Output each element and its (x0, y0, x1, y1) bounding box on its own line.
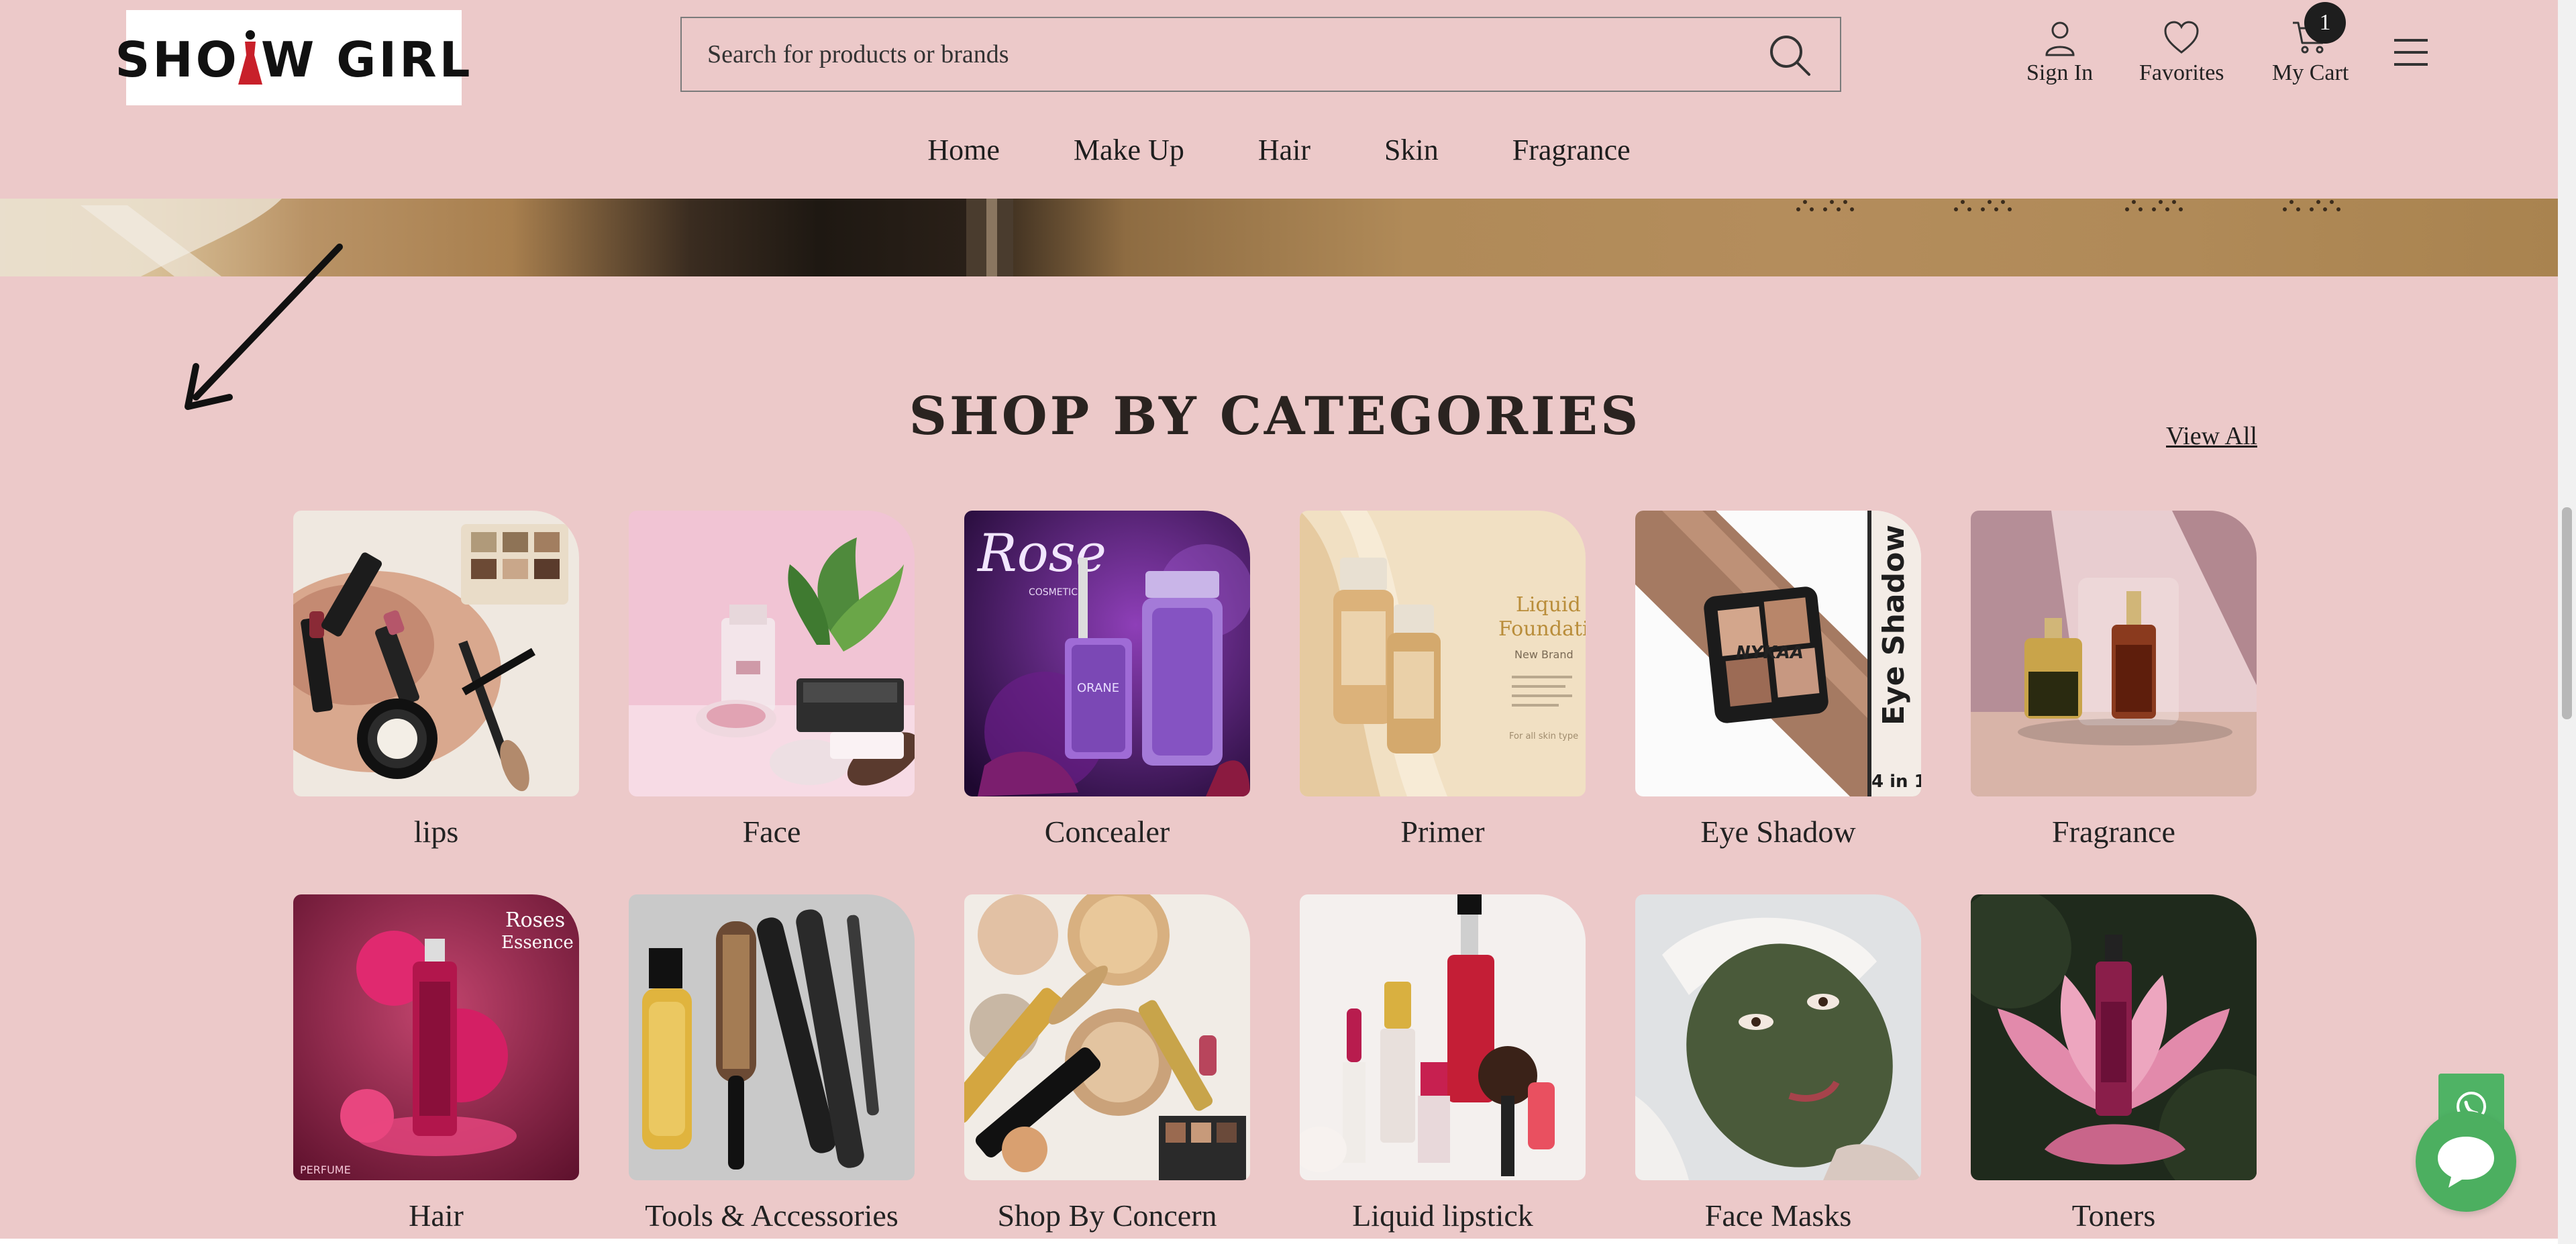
chat-bubble-icon (2438, 1137, 2494, 1188)
category-image: Liquid Foundation New Brand For all skin… (1300, 511, 1586, 796)
svg-text:For all skin type: For all skin type (1509, 731, 1578, 741)
svg-text:New Brand: New Brand (1514, 648, 1574, 661)
category-label: Liquid lipstick (1352, 1198, 1533, 1233)
nav-hair[interactable]: Hair (1258, 133, 1310, 167)
category-fragrance[interactable]: Fragrance (1971, 511, 2257, 849)
nav-home[interactable]: Home (927, 133, 1000, 167)
view-all-link[interactable]: View All (2166, 421, 2257, 451)
category-liquid-lipstick[interactable]: Liquid lipstick (1300, 894, 1586, 1233)
svg-text:NYKAA: NYKAA (1736, 643, 1804, 663)
page-scrollbar[interactable] (2558, 0, 2576, 1244)
favorites-button[interactable]: Favorites (2139, 19, 2224, 86)
category-image: Roses Essence PERFUME (293, 894, 579, 1180)
category-concealer[interactable]: Rose COSMETIC ORANE Concealer (964, 511, 1250, 849)
favorites-label: Favorites (2139, 60, 2224, 85)
category-label: Primer (1400, 815, 1485, 849)
category-label: Shop By Concern (997, 1198, 1217, 1233)
nav-fragrance[interactable]: Fragrance (1512, 133, 1631, 167)
user-icon (2045, 21, 2075, 56)
category-toners[interactable]: Toners (1971, 894, 2257, 1233)
category-primer[interactable]: Liquid Foundation New Brand For all skin… (1300, 511, 1586, 849)
brand-logo[interactable]: SHO W GIRL (115, 10, 470, 105)
site-header: SHOW GIRL Sign In Favorites 1 My Cart Ho… (0, 0, 2558, 199)
category-label: Toners (2071, 1198, 2156, 1233)
category-image (1971, 894, 2257, 1180)
category-hair[interactable]: Roses Essence PERFUME Hair (293, 894, 579, 1233)
category-lips[interactable]: lips (293, 511, 579, 849)
category-image (629, 894, 915, 1180)
nav-skin[interactable]: Skin (1384, 133, 1439, 167)
category-image (293, 511, 579, 796)
category-tools-accessories[interactable]: Tools & Accessories (629, 894, 915, 1233)
nav-make-up[interactable]: Make Up (1074, 133, 1184, 167)
category-face[interactable]: Face (629, 511, 915, 849)
svg-text:COSMETIC: COSMETIC (1029, 587, 1078, 598)
category-label: lips (413, 815, 459, 849)
category-label: Face Masks (1704, 1198, 1852, 1233)
category-image: NYKAA Eye Shadow 4 in 1 (1635, 511, 1921, 796)
svg-text:PERFUME: PERFUME (300, 1163, 351, 1176)
category-image (1971, 511, 2257, 796)
sign-in-button[interactable]: Sign In (2026, 19, 2093, 86)
category-image (629, 511, 915, 796)
category-label: Fragrance (2052, 815, 2175, 849)
svg-text:Liquid: Liquid (1516, 593, 1581, 617)
category-image (964, 894, 1250, 1180)
banner-image (0, 199, 2340, 276)
svg-text:Roses: Roses (505, 909, 565, 932)
my-cart-button[interactable]: 1 My Cart (2272, 2, 2349, 86)
category-eye-shadow[interactable]: NYKAA Eye Shadow 4 in 1 Eye Shadow (1635, 511, 1921, 849)
category-face-masks[interactable]: Face Masks (1635, 894, 1921, 1233)
search-icon[interactable] (1767, 33, 1812, 77)
logo-wordmark: SHO W GIRL (115, 28, 472, 88)
category-image (1300, 894, 1586, 1180)
category-label: Hair (409, 1198, 464, 1233)
search-bar (680, 17, 1841, 92)
cart-count-badge: 1 (2304, 2, 2346, 44)
svg-text:ORANE: ORANE (1077, 681, 1119, 695)
search-input[interactable] (682, 18, 1714, 91)
svg-text:Essence: Essence (501, 933, 574, 953)
my-cart-label: My Cart (2272, 60, 2349, 85)
main-nav: Home Make Up Hair Skin Fragrance (0, 133, 2558, 167)
svg-text:4 in 1: 4 in 1 (1871, 772, 1921, 792)
category-image (1635, 894, 1921, 1180)
scrollbar-thumb[interactable] (2562, 507, 2572, 719)
chat-button[interactable] (2416, 1111, 2516, 1212)
category-label: Concealer (1044, 815, 1170, 849)
svg-text:Eye Shadow: Eye Shadow (1877, 525, 1911, 725)
hero-banner[interactable] (0, 199, 2558, 276)
sign-in-label: Sign In (2026, 60, 2094, 85)
bottom-strip (0, 1239, 2558, 1244)
category-image: Rose COSMETIC ORANE (964, 511, 1250, 796)
category-shop-by-concern[interactable]: Shop By Concern (964, 894, 1250, 1233)
category-label: Face (742, 815, 801, 849)
category-label: Eye Shadow (1700, 815, 1856, 849)
heart-icon (2164, 21, 2199, 54)
svg-text:Foundation: Foundation (1498, 617, 1586, 641)
category-label: Tools & Accessories (645, 1198, 898, 1233)
menu-icon[interactable] (2394, 39, 2428, 68)
